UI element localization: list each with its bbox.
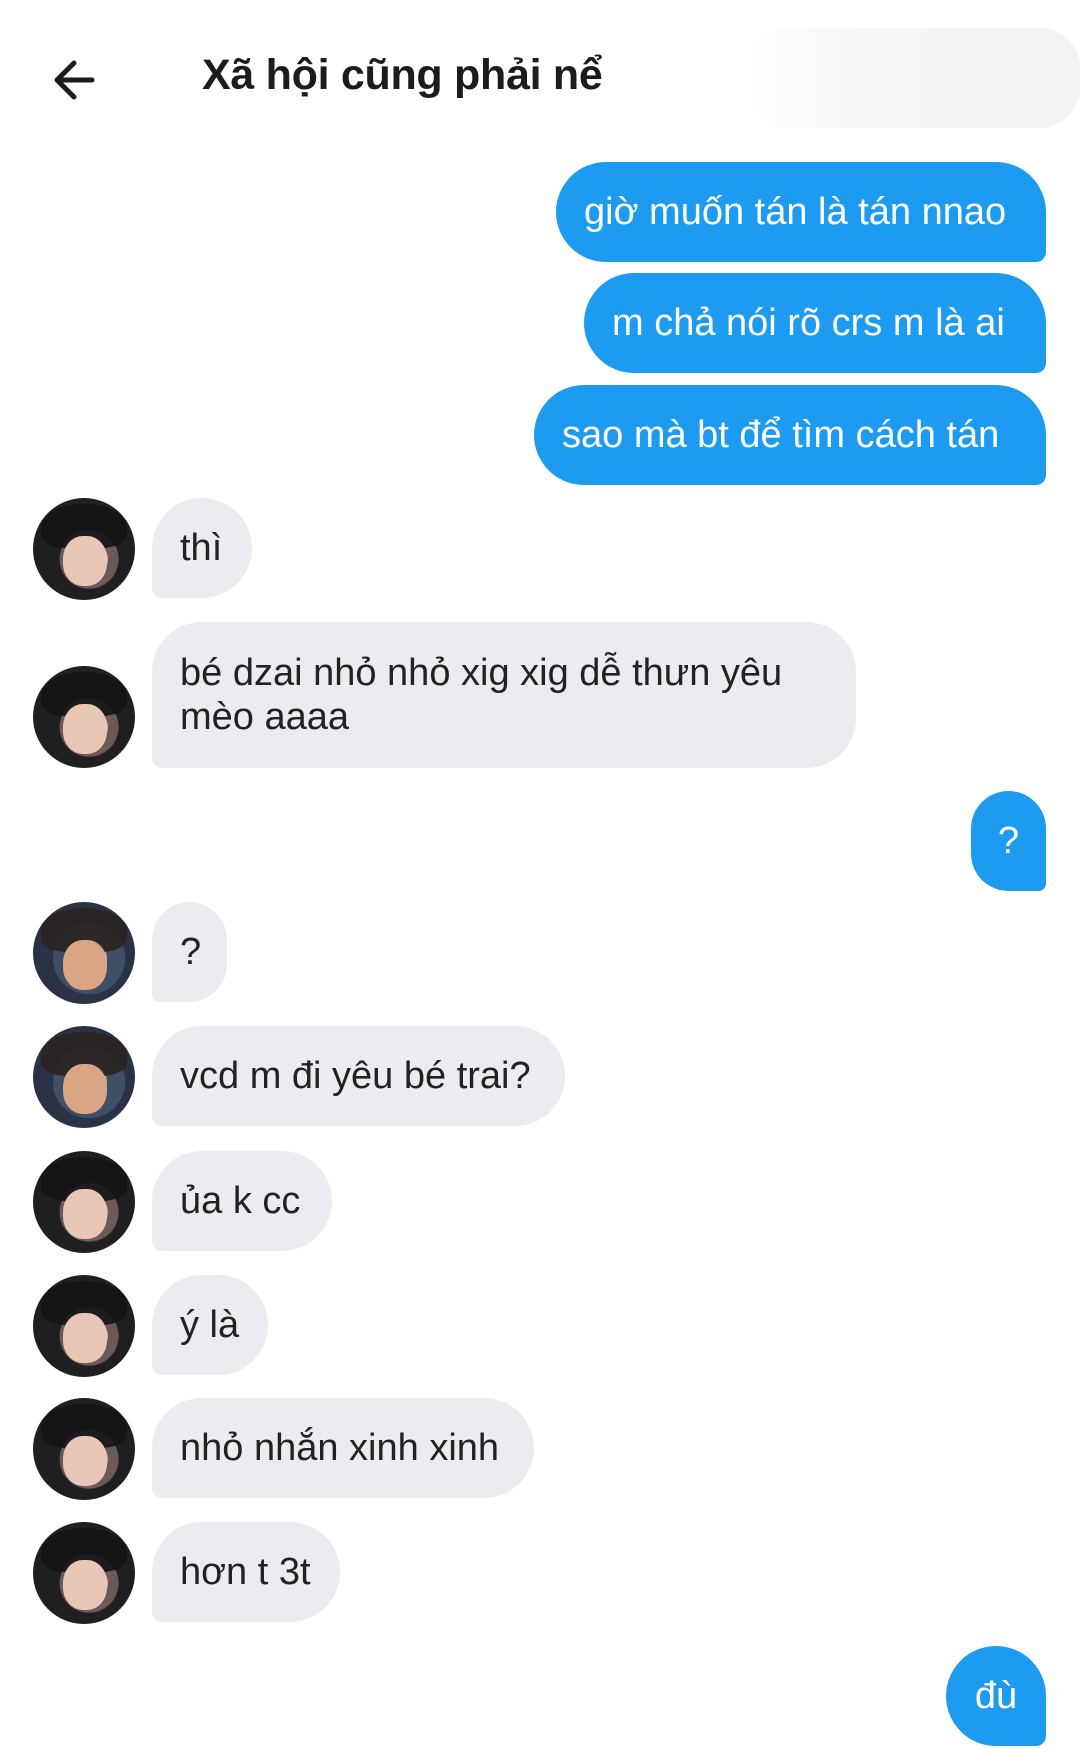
message-text: ? [997,820,1020,862]
conversation-title: Xã hội cũng phải nể [202,51,603,99]
arrow-left-icon [54,60,95,100]
message-outgoing[interactable]: m chả nói rõ crs m là ai [584,273,1046,373]
message-text: m chả nói rõ crs m là ai [612,302,1005,344]
message-outgoing[interactable]: ? [971,791,1046,891]
avatar[interactable] [33,1275,135,1377]
message-text: hơn t 3t [180,1551,311,1593]
avatar[interactable] [33,1398,135,1500]
message-text: đù [974,1675,1018,1717]
message-incoming[interactable]: thì [152,498,252,598]
message-incoming[interactable]: nhỏ nhắn xinh xinh [152,1398,534,1498]
message-text: thì [180,527,223,569]
message-incoming[interactable]: hơn t 3t [152,1522,340,1622]
back-button[interactable] [48,50,108,110]
message-incoming[interactable]: ủa k cc [152,1151,332,1251]
avatar[interactable] [33,1026,135,1128]
chat-header: Xã hội cũng phải nể [0,0,1080,150]
avatar[interactable] [33,1151,135,1253]
avatar[interactable] [33,902,135,1004]
message-text: ý là [180,1304,240,1346]
avatar[interactable] [33,666,135,768]
message-outgoing[interactable]: giờ muốn tán là tán nnao [556,162,1046,262]
message-text: bé dzai nhỏ nhỏ xig xig dễ thưn yêu mèo … [180,652,783,738]
message-text: ? [180,931,202,973]
message-incoming[interactable]: bé dzai nhỏ nhỏ xig xig dễ thưn yêu mèo … [152,622,856,768]
message-text: vcd m đi yêu bé trai? [180,1055,531,1097]
header-blur-overlay [745,28,1080,128]
message-text: nhỏ nhắn xinh xinh [180,1427,500,1469]
message-outgoing[interactable]: đù [946,1646,1046,1746]
message-incoming[interactable]: vcd m đi yêu bé trai? [152,1026,565,1126]
message-outgoing[interactable]: sao mà bt để tìm cách tán [534,385,1046,485]
avatar[interactable] [33,498,135,600]
message-incoming[interactable]: ? [152,902,227,1002]
message-text: giờ muốn tán là tán nnao [584,191,1007,233]
message-incoming[interactable]: ý là [152,1275,268,1375]
avatar[interactable] [33,1522,135,1624]
message-text: ủa k cc [180,1180,301,1222]
message-text: sao mà bt để tìm cách tán [562,414,1000,456]
